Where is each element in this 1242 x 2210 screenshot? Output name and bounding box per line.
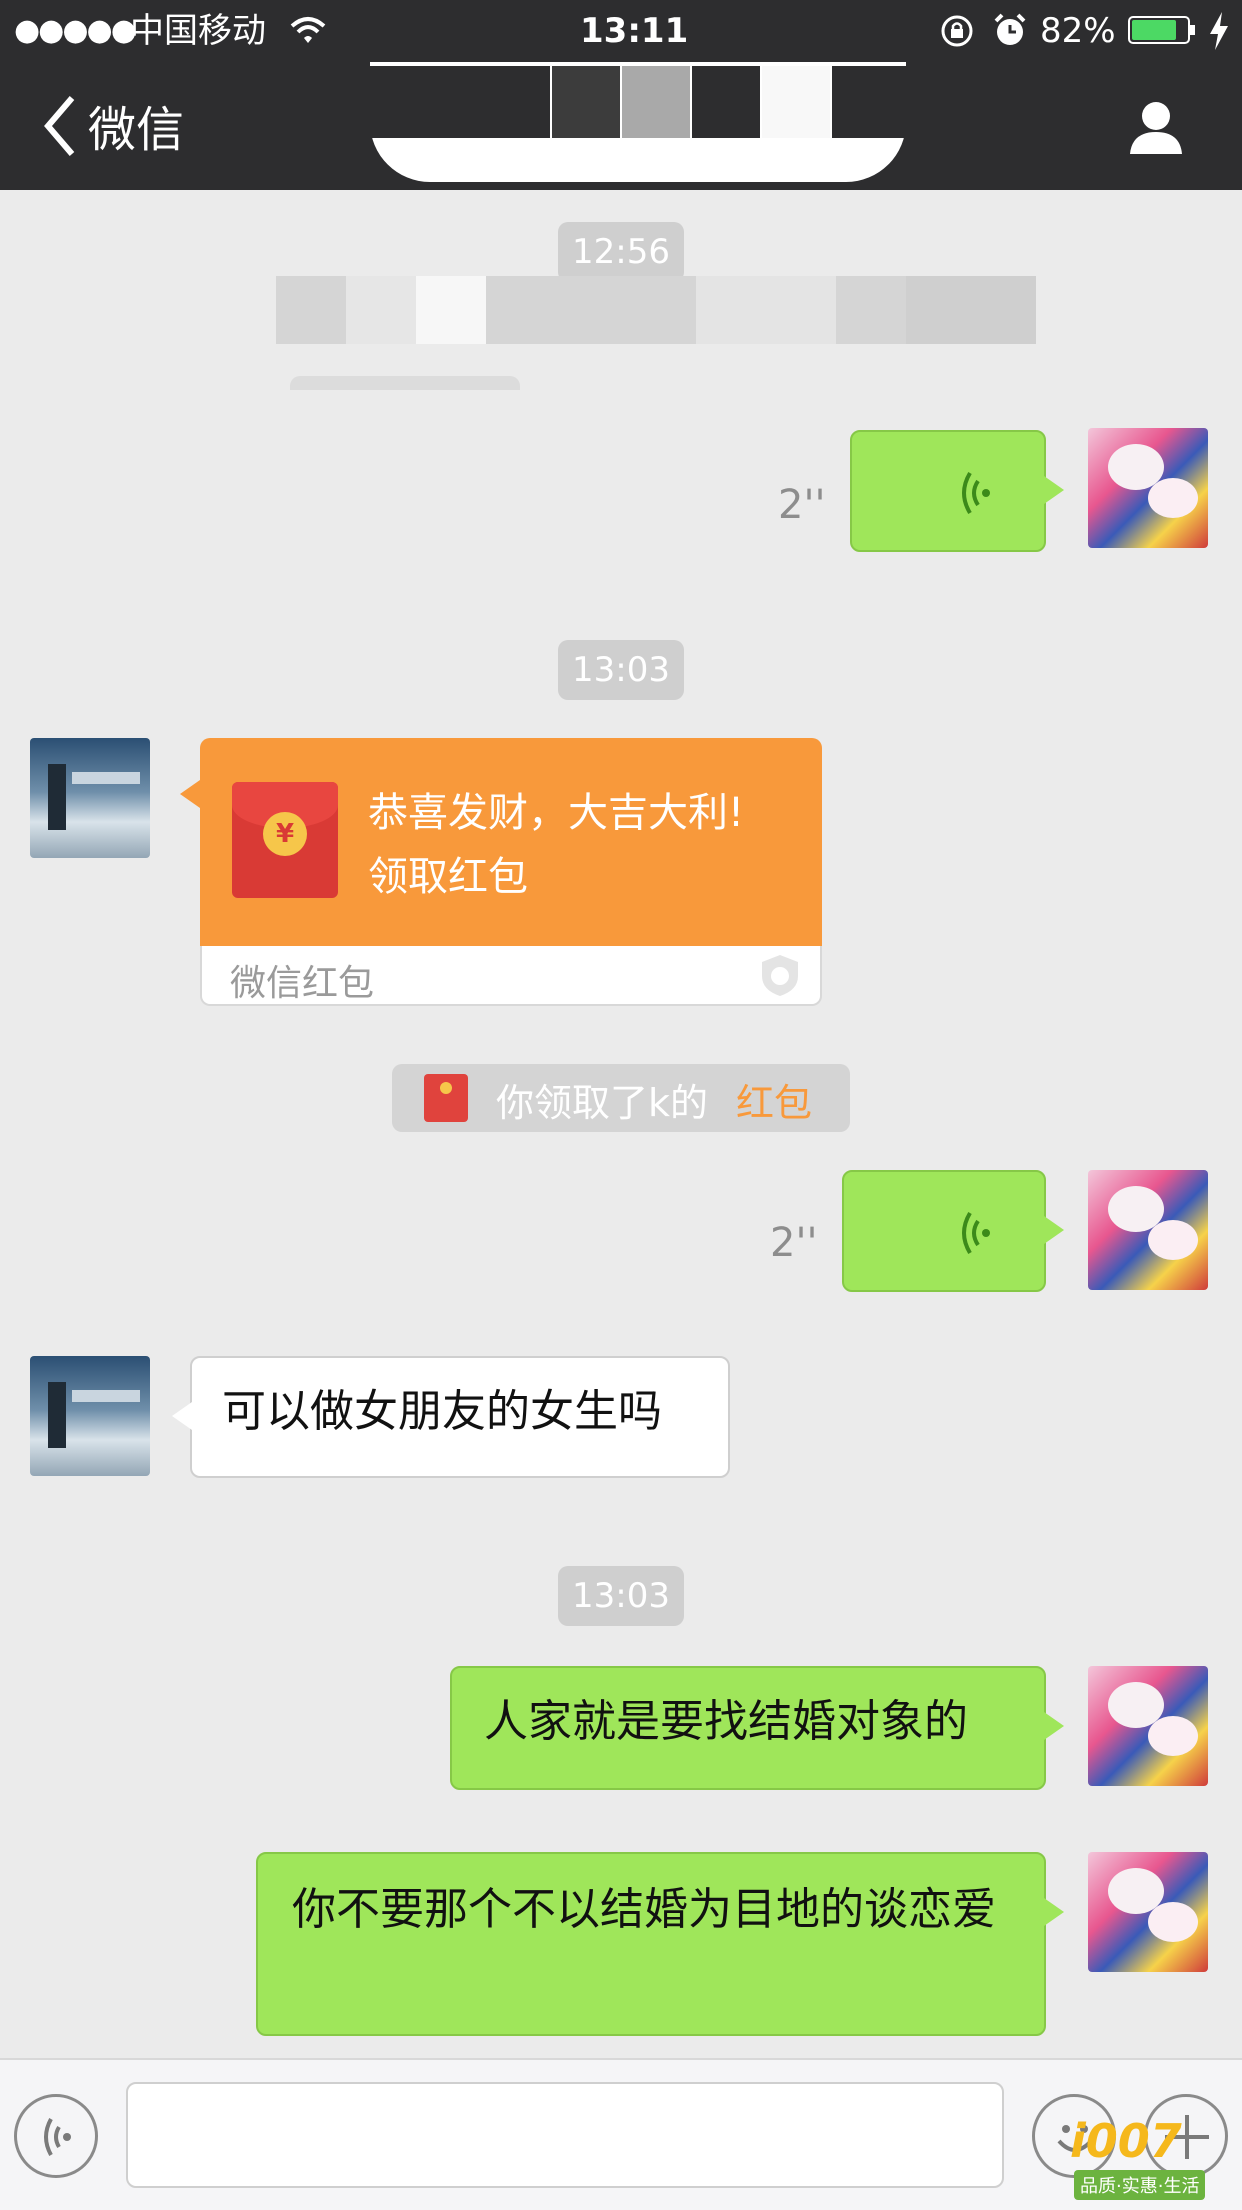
outgoing-text-bubble[interactable]: 人家就是要找结婚对象的 [450,1666,1064,1790]
red-packet-footer-label: 微信红包 [230,963,375,1004]
redaction-block [906,276,1036,344]
my-avatar[interactable] [1088,428,1208,548]
avatar-figure [1148,1716,1198,1756]
redaction-block [692,66,760,138]
battery-tip [1190,25,1195,35]
wifi-icon [290,17,326,43]
avatar-figure [1148,1902,1198,1942]
red-packet-greeting: 恭喜发财，大吉大利! [368,790,745,836]
watermark-brand: i007 [1070,2114,1182,2168]
clock: 13:11 [580,11,689,51]
contact-avatar[interactable] [30,1356,150,1476]
notice-text: 你领取了k的 [496,1081,709,1125]
bubble-tail [172,1402,192,1430]
coin-dot [440,1082,452,1094]
timestamp: 13:03 [558,1566,684,1626]
watermark-tagline: 品质·实惠·生活 [1074,2170,1206,2200]
bubble-tail [1044,1712,1064,1740]
shield-icon [762,955,798,996]
voice-message-bubble[interactable] [850,430,1064,552]
chat-area[interactable]: 12:56 2'' 13:03 ¥ 恭喜发财，大吉大利! 领取红包 微信红包 你… [0,190,1242,2058]
redaction-block [370,66,550,138]
red-packet-card[interactable]: ¥ 恭喜发财，大吉大利! 领取红包 微信红包 [180,738,822,1006]
voice-duration: 2'' [770,1220,818,1266]
message-text: 可以做女朋友的女生吗 [222,1386,662,1437]
voice-icon [44,2118,71,2156]
redaction-block [346,276,416,344]
red-packet-footer: 微信红包 [200,946,822,1006]
redacted-message [276,276,1036,344]
voice-wave-icon [962,471,990,515]
signal-strength: ●●●●● [14,13,137,48]
avatar-figure [72,1390,140,1402]
watermark-logo: i007 品质·实惠·生活 [1070,2114,1240,2208]
timestamp: 13:03 [558,640,684,700]
yuan-coin-icon: ¥ [263,812,307,856]
system-notice: 你领取了k的 红包 [392,1064,850,1132]
notice-link[interactable]: 红包 [736,1072,812,1127]
incoming-text-bubble[interactable]: 可以做女朋友的女生吗 [172,1356,730,1478]
alarm-icon [994,13,1026,45]
bubble-tail [1044,476,1064,504]
message-input[interactable] [126,2082,1004,2188]
voice-wave-icon [962,1211,990,1255]
avatar-figure [1148,478,1198,518]
status-bar: ●●●●● 中国移动 13:11 82% [0,0,1242,62]
timestamp: 12:56 [558,222,684,282]
back-button[interactable]: 微信 [20,62,200,190]
message-text: 人家就是要找结婚对象的 [484,1696,968,1747]
red-packet-icon: ¥ [232,782,338,898]
carrier-name: 中国移动 [130,11,266,51]
red-packet-mini-icon [424,1074,468,1122]
red-packet-body: ¥ 恭喜发财，大吉大利! 领取红包 [200,738,822,946]
redaction-block [832,66,906,138]
contact-avatar[interactable] [30,738,150,858]
voice-toggle-button[interactable] [14,2094,98,2178]
redaction-block [552,66,620,138]
outgoing-text-bubble[interactable]: 你不要那个不以结婚为目地的谈恋爱 [256,1852,1064,2036]
avatar-figure [48,764,66,830]
message-text: 你不要那个不以结婚为目地的谈恋爱 [292,1884,996,1935]
charging-bolt-icon [1210,12,1228,50]
redaction-block [416,276,486,344]
rotation-lock-icon [941,15,973,47]
battery-level-fill [1132,20,1176,40]
avatar-figure [72,772,140,784]
redaction-block [762,66,830,138]
bubble-tail [1044,1216,1064,1244]
voice-duration: 2'' [778,482,826,528]
avatar-figure [1148,1220,1198,1260]
redacted-title [370,62,906,182]
input-bar: i007 品质·实惠·生活 [0,2058,1242,2210]
battery-percent: 82% [1040,11,1116,51]
bubble-tail [1044,1898,1064,1926]
redaction-smear [290,376,520,390]
my-avatar[interactable] [1088,1852,1208,1972]
voice-message-bubble[interactable] [842,1170,1064,1292]
my-avatar[interactable] [1088,1666,1208,1786]
redaction-block [622,66,690,138]
my-avatar[interactable] [1088,1170,1208,1290]
red-packet-action: 领取红包 [368,854,528,900]
battery-icon [1128,16,1190,44]
nav-bar: 微信 [0,62,1242,190]
bubble-tail [180,780,200,808]
back-label: 微信 [88,102,185,158]
chevron-left-icon [44,96,75,156]
redaction-block [696,276,836,344]
avatar-figure [48,1382,66,1448]
person-icon[interactable] [1126,98,1186,158]
